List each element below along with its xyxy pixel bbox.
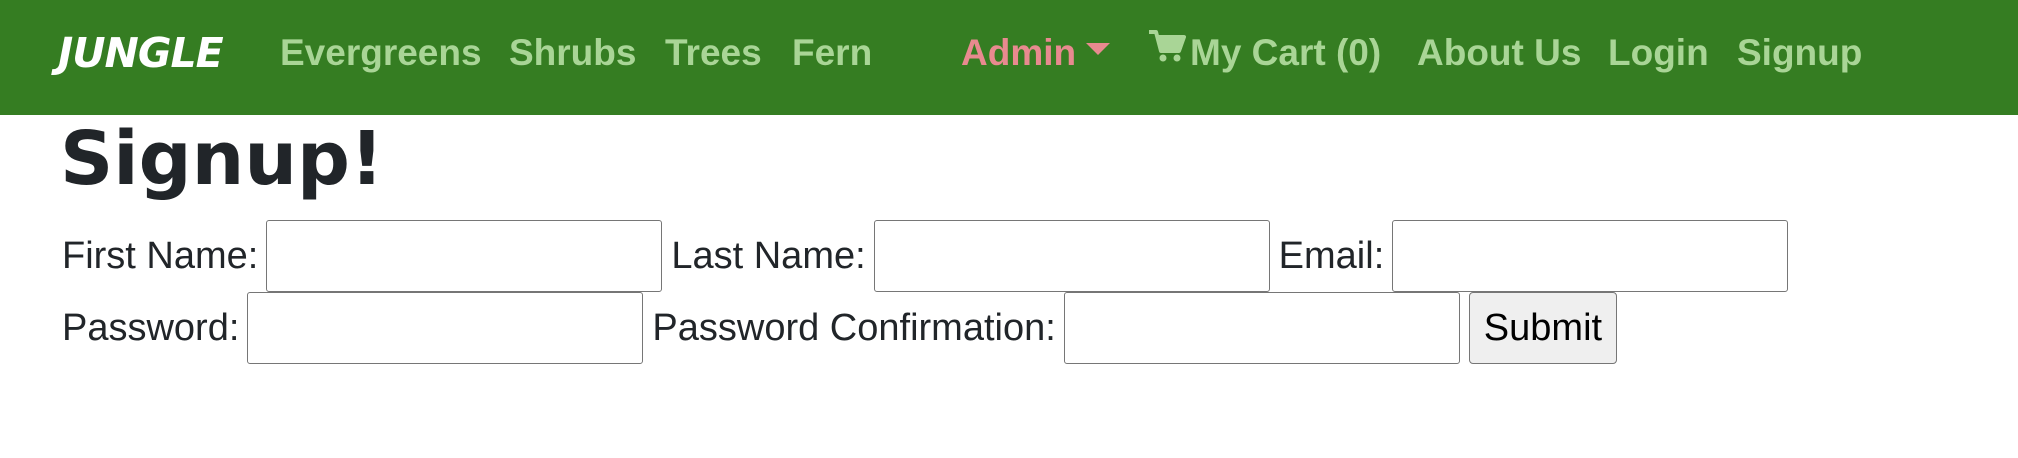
admin-dropdown-toggle[interactable]: Admin xyxy=(961,30,1111,76)
nav-link-shrubs[interactable]: Shrubs xyxy=(509,30,636,76)
password-label: Password: xyxy=(62,306,240,349)
nav-link-cart[interactable]: My Cart (0) xyxy=(1148,30,1381,78)
top-navbar: JUNGLE Evergreens Shrubs Trees Fern Admi… xyxy=(0,0,2018,115)
nav-link-about-us[interactable]: About Us xyxy=(1417,30,1581,76)
last-name-field[interactable] xyxy=(873,220,1270,292)
nav-link-fern[interactable]: Fern xyxy=(792,30,872,76)
form-row-passwords: Password: Password Confirmation: Submit xyxy=(62,292,1618,364)
nav-link-login[interactable]: Login xyxy=(1608,30,1709,76)
nav-link-signup[interactable]: Signup xyxy=(1737,30,1862,76)
caret-down-icon xyxy=(1086,43,1111,56)
email-field[interactable] xyxy=(1392,220,1789,292)
password-field[interactable] xyxy=(247,292,644,364)
first-name-label: First Name: xyxy=(62,234,259,277)
first-name-field[interactable] xyxy=(266,220,663,292)
last-name-label: Last Name: xyxy=(671,234,866,277)
nav-link-trees[interactable]: Trees xyxy=(665,30,762,76)
admin-label: Admin xyxy=(961,32,1077,73)
password-confirmation-label: Password Confirmation: xyxy=(652,306,1056,349)
cart-label: My Cart (0) xyxy=(1190,32,1382,73)
nav-link-evergreens[interactable]: Evergreens xyxy=(280,30,482,76)
page-title: Signup! xyxy=(60,116,384,202)
password-confirmation-field[interactable] xyxy=(1063,292,1460,364)
shopping-cart-icon xyxy=(1148,28,1186,74)
email-label: Email: xyxy=(1278,234,1385,277)
brand-logo[interactable]: JUNGLE xyxy=(58,28,224,78)
form-row-names-email: First Name: Last Name: Email: xyxy=(62,220,1797,292)
submit-button[interactable]: Submit xyxy=(1468,292,1618,364)
